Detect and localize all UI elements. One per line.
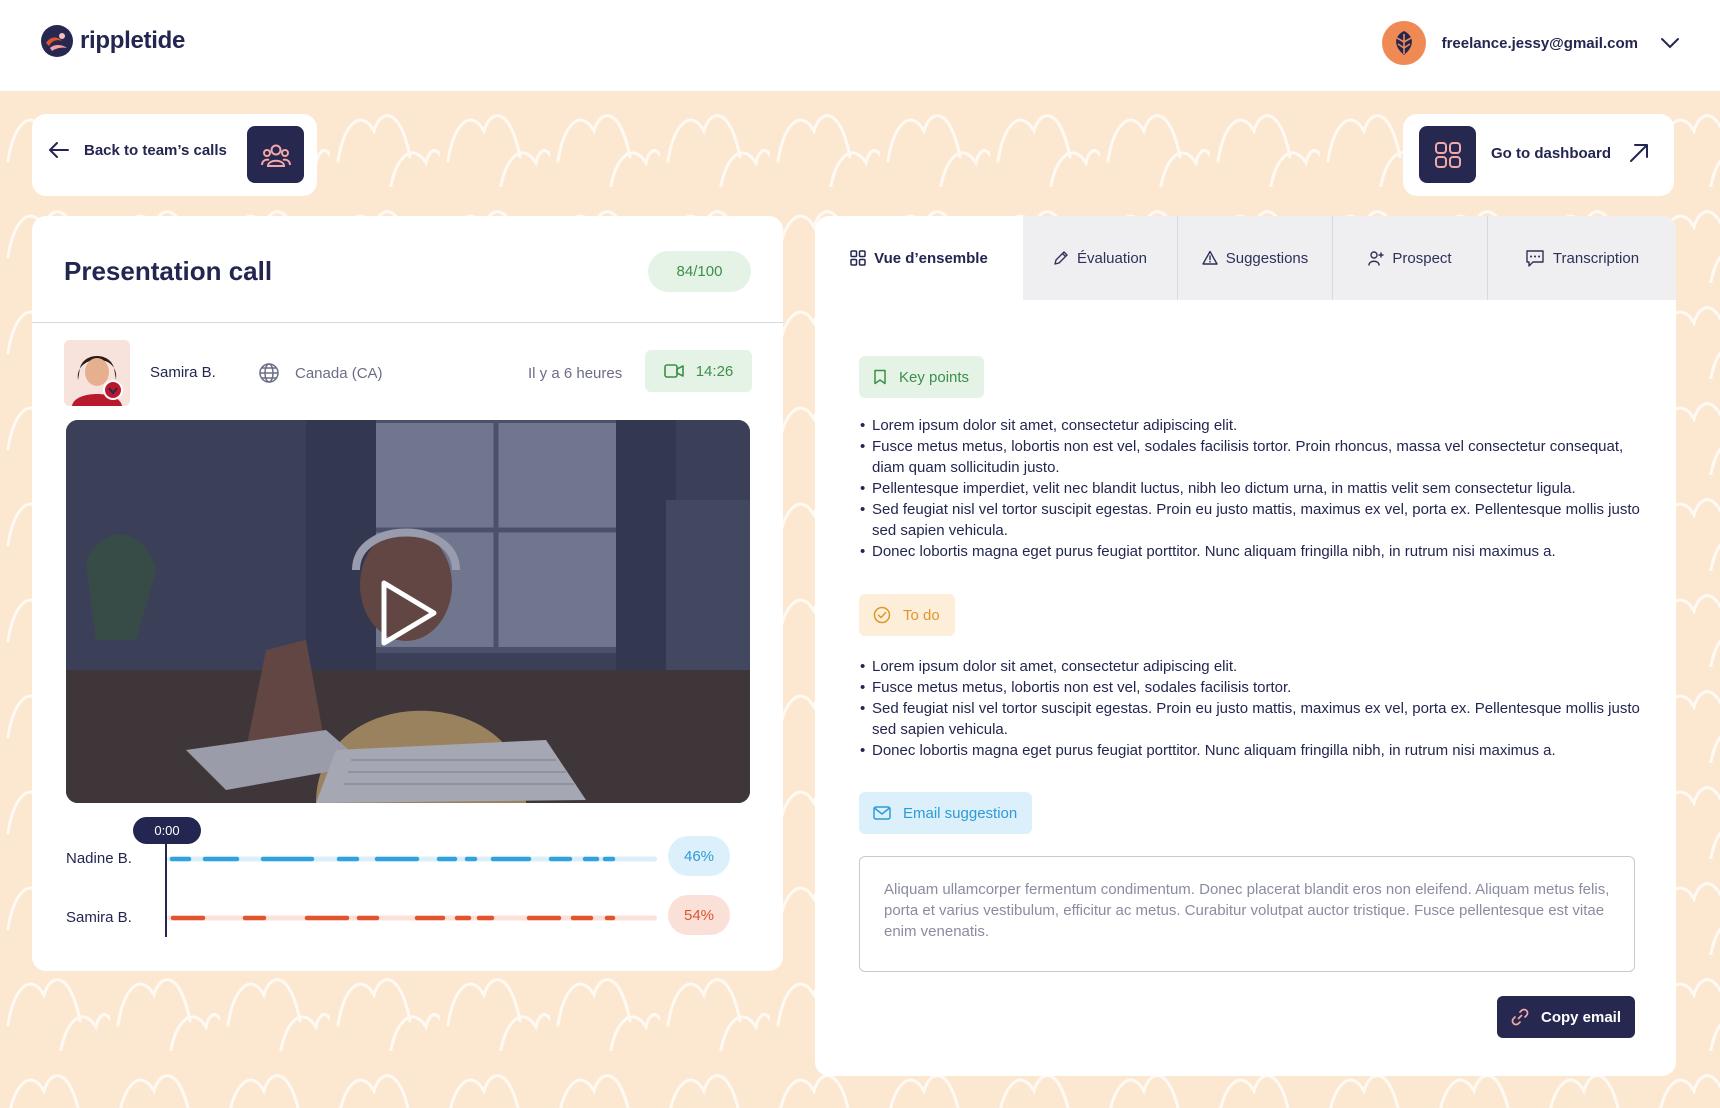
tab-label: Transcription [1552, 249, 1640, 267]
team-button[interactable] [247, 126, 304, 183]
score-badge: 84/100 [648, 251, 751, 292]
tab-prospect[interactable]: Prospect [1333, 216, 1487, 300]
call-panel: Presentation call 84/100 Samira B. Canad… [32, 216, 783, 971]
tab-label: Vue d’ensemble [874, 249, 988, 267]
tab-suggestions[interactable]: Suggestions [1178, 216, 1332, 300]
tab-label: Prospect [1392, 249, 1452, 267]
arrow-left-icon [49, 142, 69, 158]
email-suggestion-label: Email suggestion [903, 804, 1018, 822]
speaker-share-samira: 54% [668, 895, 730, 935]
go-to-dashboard-link[interactable]: Go to dashboard [1491, 145, 1611, 162]
key-points-label: Key points [899, 368, 970, 386]
tab-transcription[interactable]: Transcription [1488, 216, 1676, 300]
back-card: Back to team’s calls [32, 114, 317, 196]
speaker-track-nadine [167, 856, 657, 862]
pencil-icon [1054, 251, 1068, 265]
dashboard-button[interactable] [1419, 126, 1476, 183]
globe-icon [259, 363, 279, 383]
chevron-down-icon[interactable] [1660, 37, 1680, 49]
list-item: Pellentesque imperdiet, velit nec blandi… [860, 478, 1650, 499]
copy-email-button[interactable]: Copy email [1497, 996, 1635, 1038]
copy-email-label: Copy email [1540, 1008, 1622, 1026]
email-suggestion-text[interactable]: Aliquam ullamcorper fermentum condimentu… [859, 856, 1635, 972]
play-icon[interactable] [378, 578, 440, 648]
link-icon [1511, 1008, 1529, 1026]
todo-label: To do [903, 606, 940, 624]
key-points-tag: Key points [859, 356, 985, 398]
tab-overview[interactable]: Vue d’ensemble [815, 216, 1023, 300]
divider [32, 322, 783, 323]
bookmark-icon [874, 369, 886, 385]
video-player[interactable] [66, 420, 750, 803]
list-item: Fusce metus metus, lobortis non est vel,… [860, 677, 1650, 698]
user-avatar[interactable] [1381, 21, 1426, 65]
contact-portrait [64, 340, 130, 406]
dashboard-card: Go to dashboard [1403, 114, 1674, 196]
user-email: freelance.jessy@gmail.com [1441, 34, 1638, 52]
user-add-icon [1368, 251, 1385, 266]
back-to-team-calls-link[interactable]: Back to team’s calls [48, 141, 227, 159]
team-icon [260, 144, 291, 167]
list-item: Lorem ipsum dolor sit amet, consectetur … [860, 656, 1650, 677]
warning-icon [1202, 250, 1218, 265]
contact-name: Samira B. [150, 364, 216, 381]
back-label: Back to team’s calls [84, 141, 227, 159]
mail-icon [873, 806, 891, 820]
tab-label: Évaluation [1076, 249, 1148, 267]
leaf-avatar-icon [1395, 31, 1412, 55]
speaker-name-nadine: Nadine B. [66, 850, 132, 867]
tab-evaluation[interactable]: Évaluation [1023, 216, 1177, 300]
call-duration: 14:26 [695, 362, 734, 380]
check-circle-icon [873, 606, 891, 624]
list-item: Sed feugiat nisl vel tortor suscipit ege… [860, 698, 1650, 740]
tab-bar: Vue d’ensemble Évaluation Suggestions Pr… [815, 216, 1676, 300]
overview-panel: Vue d’ensemble Évaluation Suggestions Pr… [815, 216, 1676, 1076]
list-item: Donec lobortis magna eget purus feugiat … [860, 740, 1650, 761]
brand-logo[interactable]: rippletide [40, 24, 185, 58]
rippletide-logo-icon [41, 25, 73, 57]
list-item: Fusce metus metus, lobortis non est vel,… [860, 436, 1650, 478]
speaker-name-samira: Samira B. [66, 909, 132, 926]
call-title: Presentation call [64, 256, 273, 286]
playhead-time[interactable]: 0:00 [133, 817, 201, 844]
user-menu[interactable]: freelance.jessy@gmail.com [1381, 21, 1680, 65]
todo-tag: To do [859, 594, 955, 636]
grid-icon [850, 250, 866, 266]
call-time-ago: Il y a 6 heures [528, 365, 623, 382]
speaker-track-samira [167, 915, 657, 921]
list-item: Sed feugiat nisl vel tortor suscipit ege… [860, 499, 1650, 541]
key-points-list: Lorem ipsum dolor sit amet, consectetur … [860, 415, 1650, 562]
list-item: Donec lobortis magna eget purus feugiat … [860, 541, 1650, 562]
dashboard-grid-icon [1434, 141, 1461, 168]
top-bar: rippletide freelance.jessy@gmail.com [0, 0, 1720, 91]
contact-country: Canada (CA) [295, 365, 383, 382]
tab-label: Suggestions [1225, 249, 1309, 267]
contact-avatar [64, 340, 130, 406]
todo-list: Lorem ipsum dolor sit amet, consectetur … [860, 656, 1650, 761]
chat-icon [1526, 250, 1544, 267]
duration-badge: 14:26 [645, 350, 752, 392]
video-camera-icon [663, 364, 684, 378]
list-item: Lorem ipsum dolor sit amet, consectetur … [860, 415, 1650, 436]
arrow-up-right-icon[interactable] [1628, 142, 1650, 164]
brand-name: rippletide [80, 27, 186, 54]
speaker-share-nadine: 46% [668, 836, 730, 876]
email-suggestion-tag: Email suggestion [859, 792, 1033, 834]
